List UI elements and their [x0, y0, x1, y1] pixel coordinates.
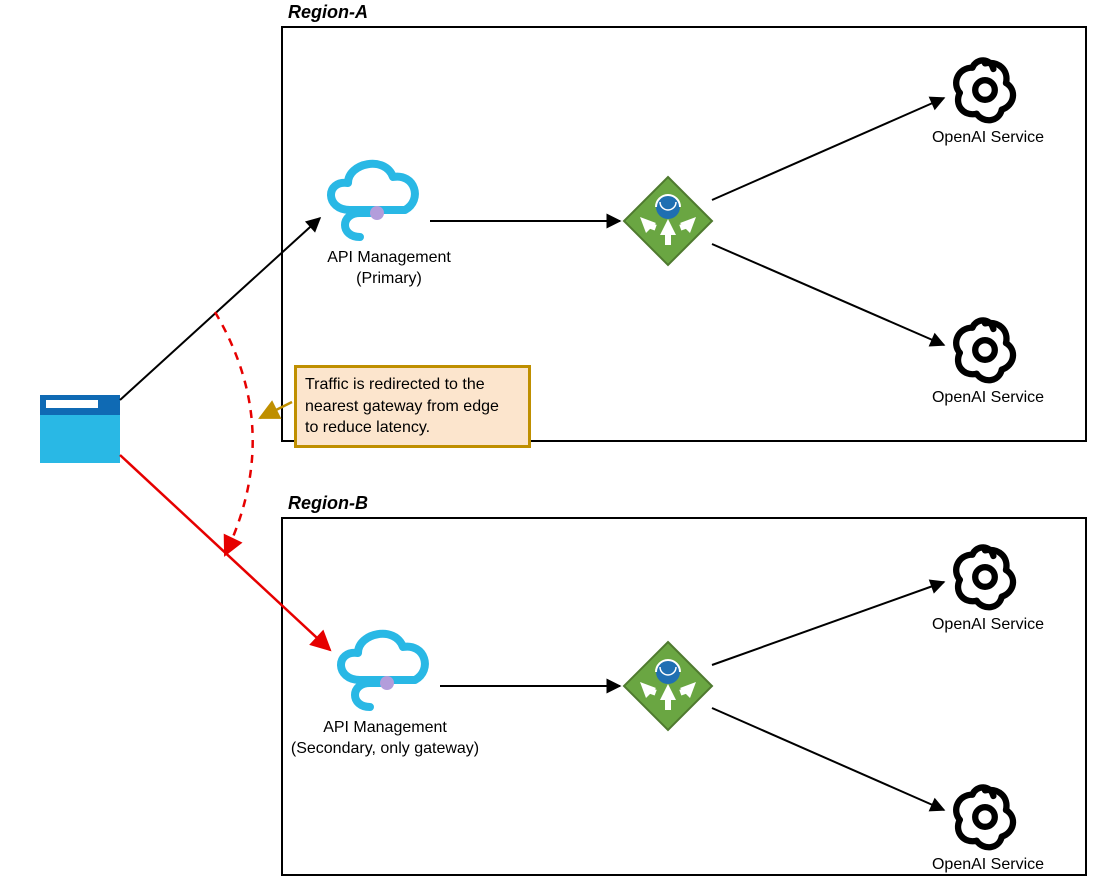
edge-client-to-apim-a [120, 218, 320, 400]
edge-redirect-arc [215, 312, 253, 555]
note-pointer [260, 402, 292, 418]
edge-client-to-apim-b [120, 455, 330, 650]
connectors [0, 0, 1110, 887]
edge-lb-a-to-openai-a2 [712, 244, 944, 345]
edge-lb-b-to-openai-b1 [712, 582, 944, 665]
architecture-diagram: Region-A Region-B API Management (Primar… [0, 0, 1110, 887]
edge-lb-b-to-openai-b2 [712, 708, 944, 810]
edge-lb-a-to-openai-a1 [712, 98, 944, 200]
